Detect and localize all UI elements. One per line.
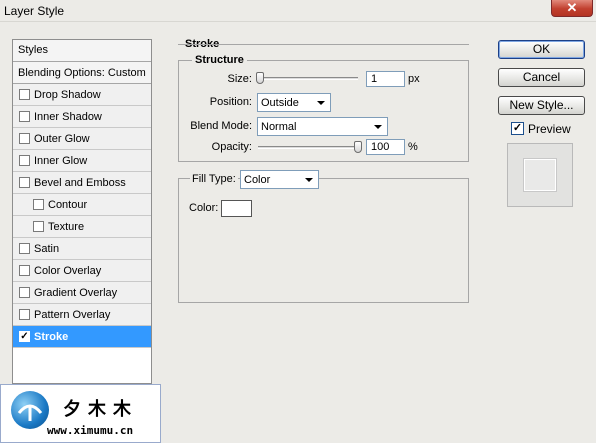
opacity-slider-track[interactable] <box>258 146 358 149</box>
style-item-label: Pattern Overlay <box>34 309 111 321</box>
opacity-slider-handle[interactable] <box>354 141 362 153</box>
style-item-pattern-overlay[interactable]: Pattern Overlay <box>13 304 151 326</box>
size-label: Size: <box>227 73 252 85</box>
color-label: Color: <box>189 202 219 214</box>
style-checkbox[interactable] <box>19 265 30 276</box>
fill-type-label: Fill Type: <box>190 173 238 185</box>
style-item-bevel-and-emboss[interactable]: Bevel and Emboss <box>13 172 151 194</box>
style-effects-list: Drop Shadow Inner Shadow Outer Glow Inner G… <box>13 84 151 348</box>
cancel-button[interactable]: Cancel <box>498 68 585 87</box>
style-item-label: Contour <box>48 199 88 211</box>
style-item-satin[interactable]: Satin <box>13 238 151 260</box>
size-unit: px <box>408 73 420 85</box>
chevron-down-icon <box>374 125 382 129</box>
blend-mode-value: Normal <box>261 121 297 133</box>
size-input[interactable]: 1 <box>366 71 405 87</box>
style-item-label: Color Overlay <box>34 265 102 277</box>
style-item-color-overlay[interactable]: Color Overlay <box>13 260 151 282</box>
watermark-logo-icon <box>11 391 49 429</box>
style-item-label: Gradient Overlay <box>34 287 118 299</box>
styles-list-panel: Styles Blending Options: Custom Drop Sha… <box>12 39 152 384</box>
watermark-url: www.ximumu.cn <box>47 424 134 437</box>
preview-checkbox[interactable]: ✓ <box>511 122 524 135</box>
site-watermark: 夕木木 www.ximumu.cn <box>0 384 161 443</box>
style-checkbox[interactable] <box>19 309 30 320</box>
chevron-down-icon <box>305 178 313 182</box>
preview-thumbnail <box>507 143 573 207</box>
close-icon: ✕ <box>566 0 578 15</box>
style-checkbox[interactable] <box>19 177 30 188</box>
opacity-label: Opacity: <box>211 141 252 153</box>
style-item-inner-shadow[interactable]: Inner Shadow <box>13 106 151 128</box>
position-label: Position: <box>209 96 252 108</box>
style-item-contour[interactable]: Contour <box>13 194 151 216</box>
style-item-label: Bevel and Emboss <box>34 177 126 189</box>
fill-group <box>178 178 469 303</box>
style-item-outer-glow[interactable]: Outer Glow <box>13 128 151 150</box>
style-item-texture[interactable]: Texture <box>13 216 151 238</box>
style-item-inner-glow[interactable]: Inner Glow <box>13 150 151 172</box>
style-item-label: Inner Glow <box>34 155 88 167</box>
style-checkbox[interactable] <box>33 199 44 210</box>
style-item-label: Outer Glow <box>34 133 90 145</box>
blend-mode-select[interactable]: Normal <box>257 117 388 136</box>
blending-options-item[interactable]: Blending Options: Custom <box>13 62 151 84</box>
opacity-unit: % <box>408 141 418 153</box>
fill-type-value: Color <box>244 174 271 186</box>
style-item-label: Inner Shadow <box>34 111 102 123</box>
structure-title: Structure <box>192 54 247 66</box>
fill-type-select[interactable]: Color <box>240 170 319 189</box>
style-item-drop-shadow[interactable]: Drop Shadow <box>13 84 151 106</box>
opacity-input[interactable]: 100 <box>366 139 405 155</box>
chevron-down-icon <box>317 101 325 105</box>
style-item-gradient-overlay[interactable]: Gradient Overlay <box>13 282 151 304</box>
window-title: Layer Style <box>4 4 65 18</box>
title-bar: Layer Style ✕ <box>0 0 596 22</box>
watermark-chinese-text: 夕木木 <box>63 399 138 420</box>
close-button[interactable]: ✕ <box>551 0 593 17</box>
preview-swatch <box>523 158 557 192</box>
size-slider-track[interactable] <box>258 77 358 80</box>
style-item-label: Texture <box>48 221 85 233</box>
style-item-label: Satin <box>34 243 60 255</box>
style-checkbox[interactable] <box>19 287 30 298</box>
stroke-color-swatch[interactable] <box>221 200 252 217</box>
style-checkbox[interactable] <box>19 155 30 166</box>
style-checkbox[interactable] <box>19 243 30 254</box>
style-item-label: Stroke <box>34 331 69 343</box>
new-style-button[interactable]: New Style... <box>498 96 585 115</box>
style-checkbox[interactable] <box>19 111 30 122</box>
size-slider-handle[interactable] <box>256 72 264 84</box>
checkmark-icon: ✓ <box>512 122 523 134</box>
style-checkbox[interactable] <box>19 89 30 100</box>
style-item-stroke[interactable]: ✓ Stroke <box>13 326 151 348</box>
styles-header[interactable]: Styles <box>13 40 151 62</box>
position-select[interactable]: Outside <box>257 93 331 112</box>
style-item-label: Drop Shadow <box>34 89 101 101</box>
blend-mode-label: Blend Mode: <box>190 120 252 132</box>
ok-button[interactable]: OK <box>498 40 585 59</box>
style-checkbox[interactable] <box>19 133 30 144</box>
preview-label: Preview <box>528 122 571 136</box>
style-checkbox[interactable]: ✓ <box>19 331 30 342</box>
position-value: Outside <box>261 97 299 109</box>
style-checkbox[interactable] <box>33 221 44 232</box>
